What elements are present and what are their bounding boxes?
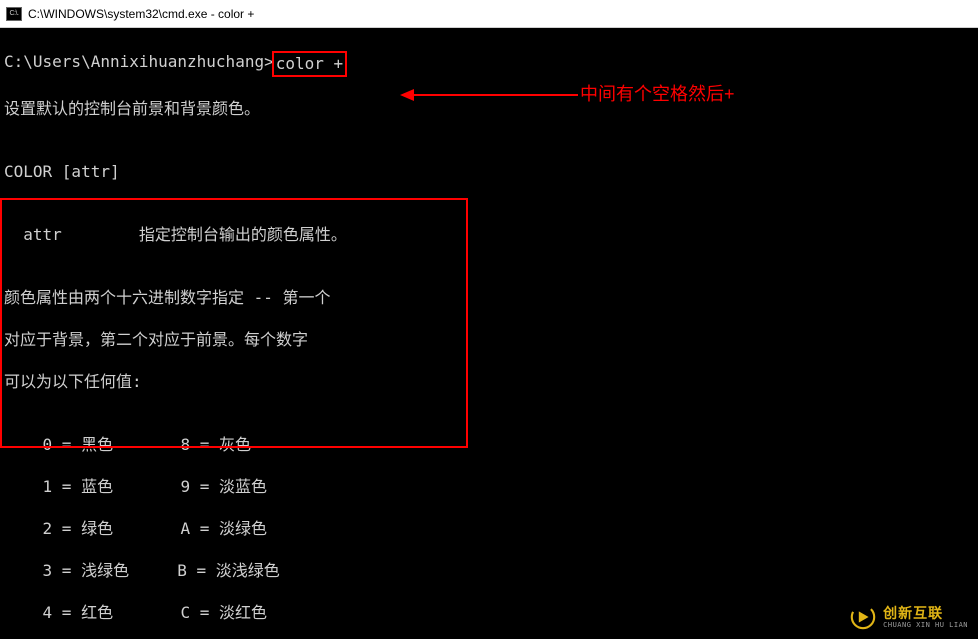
- output-line: COLOR [attr]: [4, 161, 974, 182]
- color-row: 3 = 浅绿色 B = 淡浅绿色: [4, 560, 974, 581]
- cmd-icon: C:\.: [6, 7, 22, 21]
- watermark-en: CHUANG XIN HU LIAN: [883, 622, 968, 629]
- color-row: 1 = 蓝色 9 = 淡蓝色: [4, 476, 974, 497]
- color-row: 4 = 红色 C = 淡红色: [4, 602, 974, 623]
- output-line: 颜色属性由两个十六进制数字指定 -- 第一个: [4, 287, 974, 308]
- window-title: C:\WINDOWS\system32\cmd.exe - color +: [28, 7, 254, 21]
- prompt-path: C:\Users\Annixihuanzhuchang>: [4, 51, 274, 77]
- cmd-window: C:\. C:\WINDOWS\system32\cmd.exe - color…: [0, 0, 978, 639]
- terminal-output[interactable]: C:\Users\Annixihuanzhuchang>color + 设置默认…: [0, 28, 978, 639]
- annotation-text: 中间有个空格然后+: [580, 84, 735, 105]
- watermark: 创新互联 CHUANG XIN HU LIAN: [849, 603, 968, 631]
- typed-command: color +: [272, 51, 347, 77]
- output-line: attr 指定控制台输出的颜色属性。: [4, 224, 974, 245]
- watermark-cn: 创新互联: [883, 606, 968, 620]
- annotation: 中间有个空格然后+: [400, 84, 735, 105]
- arrow-icon: [400, 85, 578, 105]
- output-line: 对应于背景，第二个对应于前景。每个数字: [4, 329, 974, 350]
- color-row: 2 = 绿色 A = 淡绿色: [4, 518, 974, 539]
- output-line: 可以为以下任何值:: [4, 371, 974, 392]
- color-row: 0 = 黑色 8 = 灰色: [4, 434, 974, 455]
- watermark-logo-icon: [849, 603, 877, 631]
- title-bar[interactable]: C:\. C:\WINDOWS\system32\cmd.exe - color…: [0, 0, 978, 28]
